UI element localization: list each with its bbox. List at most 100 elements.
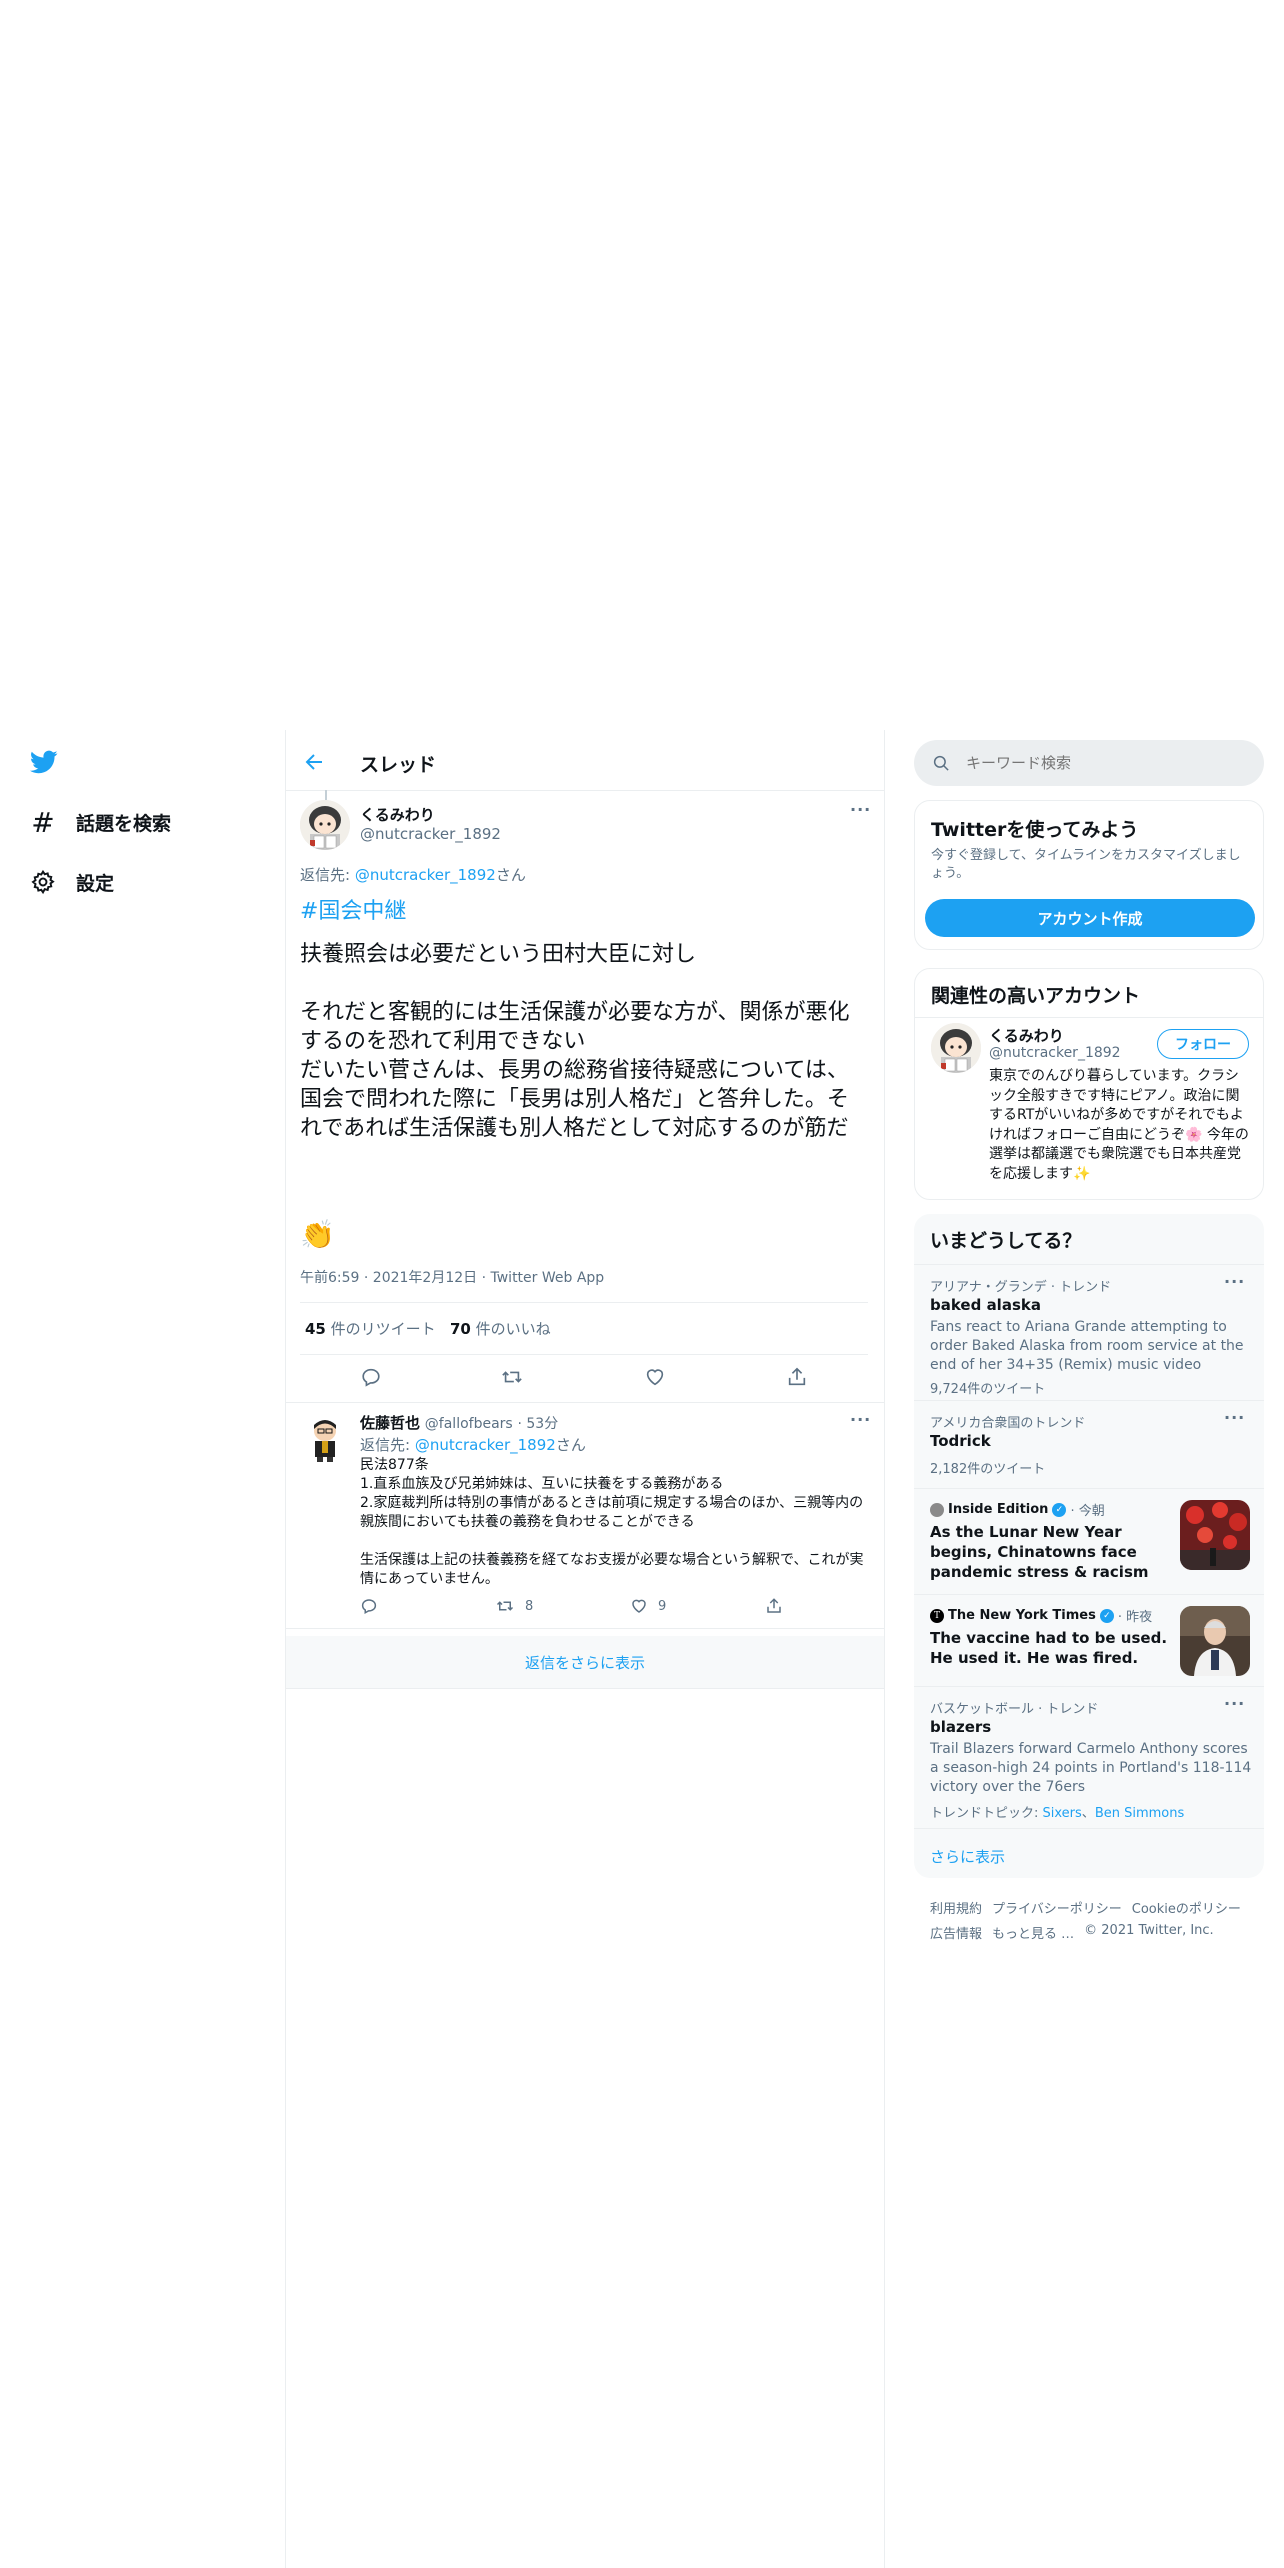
reply-button[interactable] xyxy=(360,1597,378,1615)
topic-separator: 、 xyxy=(1081,1806,1095,1821)
topic-link-sixers[interactable]: Sixers xyxy=(1043,1806,1082,1821)
reply-button[interactable] xyxy=(360,1366,382,1388)
footer-terms[interactable]: 利用規約 xyxy=(930,1898,982,1917)
news-thumbnail xyxy=(1180,1606,1250,1676)
more-options-icon[interactable]: ··· xyxy=(850,1410,871,1429)
trend-count: 9,724件のツイート xyxy=(930,1382,1046,1397)
news-headline: As the Lunar New Year begins, Chinatowns… xyxy=(930,1523,1149,1581)
reply-suffix: さん xyxy=(555,1436,586,1454)
trends-title: いまどうしてる？ xyxy=(930,1230,1082,1252)
trend-meta: アリアナ・グランデ · トレンド xyxy=(930,1280,1112,1295)
more-options-icon[interactable]: ··· xyxy=(1224,1408,1245,1427)
clap-emoji: 👏 xyxy=(300,1218,335,1251)
footer-cookies[interactable]: Cookieのポリシー xyxy=(1132,1898,1241,1917)
like-count: 70 xyxy=(450,1320,471,1338)
reply-handle[interactable]: @fallofbears xyxy=(425,1416,513,1432)
divider xyxy=(286,1688,884,1689)
like-label: 件のいいね xyxy=(470,1320,551,1338)
trend-item[interactable]: バスケットボール · トレンド ··· blazers Trail Blazer… xyxy=(914,1688,1264,1821)
news-time: · 今朝 xyxy=(1070,1504,1105,1519)
trends-card: いまどうしてる？ アリアナ・グランデ · トレンド ··· baked alas… xyxy=(914,1214,1264,1878)
trend-topics-label: トレンドトピック: xyxy=(930,1806,1043,1821)
trend-item[interactable]: アメリカ合衆国のトレンド ··· Todrick 2,182件のツイート xyxy=(914,1402,1264,1486)
heart-icon xyxy=(646,1369,664,1386)
hashtag-link[interactable]: #国会中継 xyxy=(300,893,406,925)
show-more-replies-button[interactable]: 返信をさらに表示 xyxy=(286,1636,884,1688)
trend-desc: Fans react to Ariana Grande attempting t… xyxy=(930,1319,1244,1373)
news-source-line: T The New York Times ✓ · 昨夜 xyxy=(930,1606,1152,1625)
like-button[interactable] xyxy=(644,1366,666,1388)
avatar[interactable] xyxy=(300,1414,350,1464)
more-options-icon[interactable]: ··· xyxy=(850,800,871,819)
trend-topics: トレンドトピック: Sixers、Ben Simmons xyxy=(930,1802,1184,1821)
retweet-button[interactable]: 8 xyxy=(495,1597,533,1615)
related-name[interactable]: くるみわり xyxy=(989,1025,1064,1046)
verified-icon: ✓ xyxy=(1099,1608,1114,1623)
divider xyxy=(914,1594,1264,1595)
show-more-trends-link[interactable]: さらに表示 xyxy=(930,1846,1005,1867)
reply-display-name[interactable]: 佐藤哲也 xyxy=(360,1414,420,1432)
retweet-icon xyxy=(496,1601,514,1611)
search-input[interactable] xyxy=(966,754,1246,772)
like-button[interactable]: 9 xyxy=(630,1597,666,1615)
search-bar[interactable] xyxy=(914,740,1264,786)
back-button[interactable] xyxy=(302,750,330,778)
footer-copyright: © 2021 Twitter, Inc. xyxy=(1084,1923,1214,1938)
trend-name: baked alaska xyxy=(930,1296,1041,1314)
trend-item[interactable]: アリアナ・グランデ · トレンド ··· baked alaska Fans r… xyxy=(914,1266,1264,1398)
avatar[interactable] xyxy=(300,800,350,850)
nav-explore[interactable]: # 話題を検索 xyxy=(28,804,171,840)
footer-privacy[interactable]: プライバシーポリシー xyxy=(992,1898,1122,1917)
divider xyxy=(300,1302,868,1303)
more-options-icon[interactable]: ··· xyxy=(1224,1272,1245,1291)
footer-more[interactable]: もっと見る … xyxy=(992,1923,1074,1942)
trend-meta: バスケットボール · トレンド xyxy=(930,1702,1099,1717)
column-divider-right xyxy=(884,730,885,2568)
reply-time[interactable]: · 53分 xyxy=(518,1416,559,1432)
retweet-count: 45 xyxy=(305,1320,326,1338)
reply-icon xyxy=(362,1368,380,1387)
divider xyxy=(914,1400,1264,1401)
related-handle[interactable]: @nutcracker_1892 xyxy=(989,1045,1121,1061)
news-item[interactable]: Inside Edition ✓ · 今朝 As the Lunar New Y… xyxy=(914,1490,1264,1594)
chinatown-photo-image xyxy=(1180,1500,1250,1570)
tweet-timestamp[interactable]: 午前6:59 · 2021年2月12日 · Twitter Web App xyxy=(300,1267,604,1287)
news-time: · 昨夜 xyxy=(1117,1610,1153,1625)
page-title: スレッド xyxy=(360,754,437,776)
trend-count: 2,182件のツイート xyxy=(930,1462,1046,1477)
retweet-button[interactable] xyxy=(500,1366,524,1388)
create-account-button[interactable]: アカウント作成 xyxy=(925,899,1255,937)
retweet-count: 8 xyxy=(525,1598,534,1614)
reply-to-link[interactable]: @nutcracker_1892 xyxy=(415,1436,556,1454)
reply-header: 佐藤哲也 @fallofbears · 53分 xyxy=(360,1412,558,1433)
tweet-display-name[interactable]: くるみわり xyxy=(360,804,435,825)
like-count-link[interactable]: 70 件のいいね xyxy=(450,1318,551,1339)
divider xyxy=(914,1488,1264,1489)
avatar[interactable] xyxy=(931,1023,981,1073)
news-item[interactable]: T The New York Times ✓ · 昨夜 The vaccine … xyxy=(914,1596,1264,1686)
reply-to-line: 返信先: @nutcracker_1892さん xyxy=(360,1434,586,1455)
follow-button[interactable]: フォロー xyxy=(1157,1029,1249,1059)
twitter-logo[interactable] xyxy=(28,748,62,778)
nav-settings[interactable]: 設定 xyxy=(28,864,114,900)
share-button[interactable] xyxy=(786,1366,808,1388)
thread-line xyxy=(325,790,327,800)
retweet-count-link[interactable]: 45 件のリツイート xyxy=(305,1318,436,1339)
share-button[interactable] xyxy=(765,1597,783,1615)
more-options-icon[interactable]: ··· xyxy=(1224,1694,1245,1713)
reply-to-link[interactable]: @nutcracker_1892 xyxy=(355,866,496,884)
tweet-handle[interactable]: @nutcracker_1892 xyxy=(360,825,501,843)
character-avatar-image xyxy=(300,1414,350,1464)
retweet-label: 件のリツイート xyxy=(325,1320,436,1338)
retweet-icon xyxy=(502,1371,522,1383)
divider xyxy=(915,1017,1263,1018)
news-source: Inside Edition xyxy=(948,1502,1049,1517)
topic-link-ben-simmons[interactable]: Ben Simmons xyxy=(1095,1806,1184,1821)
follow-label: フォロー xyxy=(1175,1037,1231,1053)
trend-name: Todrick xyxy=(930,1432,991,1450)
related-title: 関連性の高いアカウント xyxy=(931,985,1141,1007)
reply-to-line: 返信先: @nutcracker_1892さん xyxy=(300,864,526,885)
signup-card: Twitterを使ってみよう 今すぐ登録して、タイムラインをカスタマイズしましょ… xyxy=(914,800,1264,950)
anime-avatar-image xyxy=(300,800,350,850)
footer-ads[interactable]: 広告情報 xyxy=(930,1923,982,1942)
